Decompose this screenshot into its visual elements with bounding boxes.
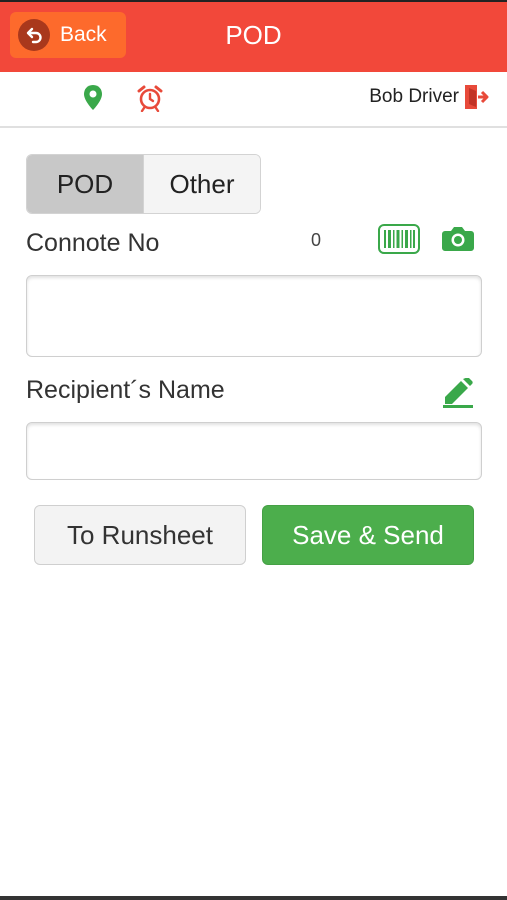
camera-icon[interactable]: [441, 224, 475, 257]
tab-other[interactable]: Other: [143, 155, 260, 213]
alarm-clock-icon[interactable]: [136, 84, 164, 117]
logout-icon[interactable]: [463, 83, 489, 116]
to-runsheet-button[interactable]: To Runsheet: [34, 505, 246, 565]
connote-count: 0: [311, 230, 322, 250]
signature-pen-icon[interactable]: [441, 377, 475, 413]
connote-input[interactable]: [26, 275, 482, 357]
connote-label: Connote No: [26, 229, 160, 257]
barcode-scan-icon[interactable]: [378, 224, 420, 259]
tab-pod[interactable]: POD: [27, 155, 143, 213]
app-header: Back POD: [0, 0, 507, 72]
status-bar: Bob Driver: [0, 72, 507, 128]
bottom-border: [0, 896, 507, 900]
recipient-label: Recipient´s Name: [26, 376, 225, 404]
page-title: POD: [225, 20, 282, 50]
driver-name: Bob Driver: [369, 86, 459, 107]
recipient-name-input[interactable]: [26, 422, 482, 480]
mode-tabs: POD Other: [26, 154, 261, 214]
map-pin-icon[interactable]: [82, 84, 104, 117]
save-send-button[interactable]: Save & Send: [262, 505, 474, 565]
